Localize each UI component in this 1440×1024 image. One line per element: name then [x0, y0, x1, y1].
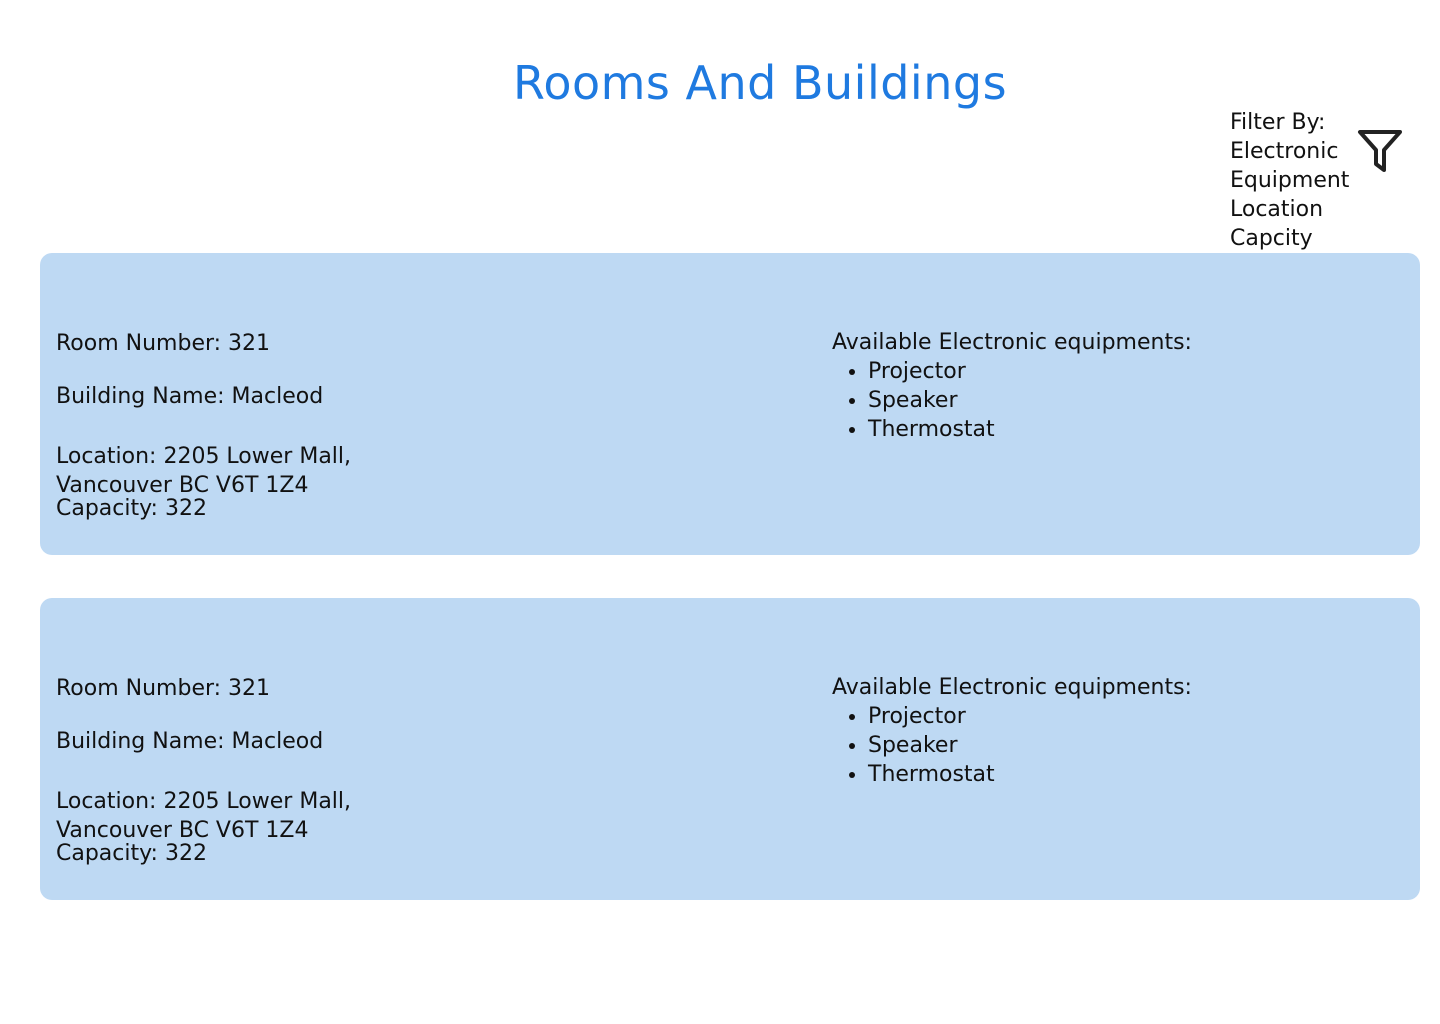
room-card[interactable]: Room Number: 321 Building Name: Macleod …	[40, 598, 1420, 900]
equipment-item: Thermostat	[868, 760, 1192, 789]
building-name: Building Name: Macleod	[56, 729, 324, 754]
location-line-1: Location: 2205 Lower Mall,	[56, 789, 352, 814]
filter-option-electronic[interactable]: Electronic	[1230, 137, 1349, 166]
equipment-section: Available Electronic equipments: Project…	[832, 673, 1192, 789]
room-number: Room Number: 321	[56, 676, 271, 701]
equipment-item: Projector	[868, 357, 1192, 386]
filter-option-equipment[interactable]: Equipment	[1230, 166, 1349, 195]
equipment-item: Projector	[868, 702, 1192, 731]
equipment-item: Speaker	[868, 386, 1192, 415]
room-details: Room Number: 321 Building Name: Macleod …	[56, 674, 352, 866]
filter-panel: Filter By: Electronic Equipment Location…	[1230, 108, 1420, 254]
room-number: Room Number: 321	[56, 331, 271, 356]
equipment-item: Speaker	[868, 731, 1192, 760]
equipment-section: Available Electronic equipments: Project…	[832, 328, 1192, 444]
rooms-page: Rooms And Buildings Filter By: Electroni…	[0, 0, 1440, 1024]
equipment-list: Projector Speaker Thermostat	[832, 357, 1192, 444]
building-name: Building Name: Macleod	[56, 384, 324, 409]
filter-option-capacity[interactable]: Capcity	[1230, 224, 1349, 253]
filter-options: Filter By: Electronic Equipment Location…	[1230, 108, 1349, 253]
location-line-1: Location: 2205 Lower Mall,	[56, 444, 352, 469]
room-capacity: Capacity: 322	[56, 841, 207, 866]
room-capacity: Capacity: 322	[56, 496, 207, 521]
equipment-heading: Available Electronic equipments:	[832, 330, 1192, 355]
equipment-item: Thermostat	[868, 415, 1192, 444]
funnel-icon[interactable]	[1356, 128, 1404, 176]
equipment-list: Projector Speaker Thermostat	[832, 702, 1192, 789]
room-card[interactable]: Room Number: 321 Building Name: Macleod …	[40, 253, 1420, 555]
equipment-heading: Available Electronic equipments:	[832, 675, 1192, 700]
page-title: Rooms And Buildings	[512, 56, 1008, 110]
room-details: Room Number: 321 Building Name: Macleod …	[56, 329, 352, 521]
filter-heading: Filter By:	[1230, 110, 1326, 135]
filter-option-location[interactable]: Location	[1230, 195, 1349, 224]
